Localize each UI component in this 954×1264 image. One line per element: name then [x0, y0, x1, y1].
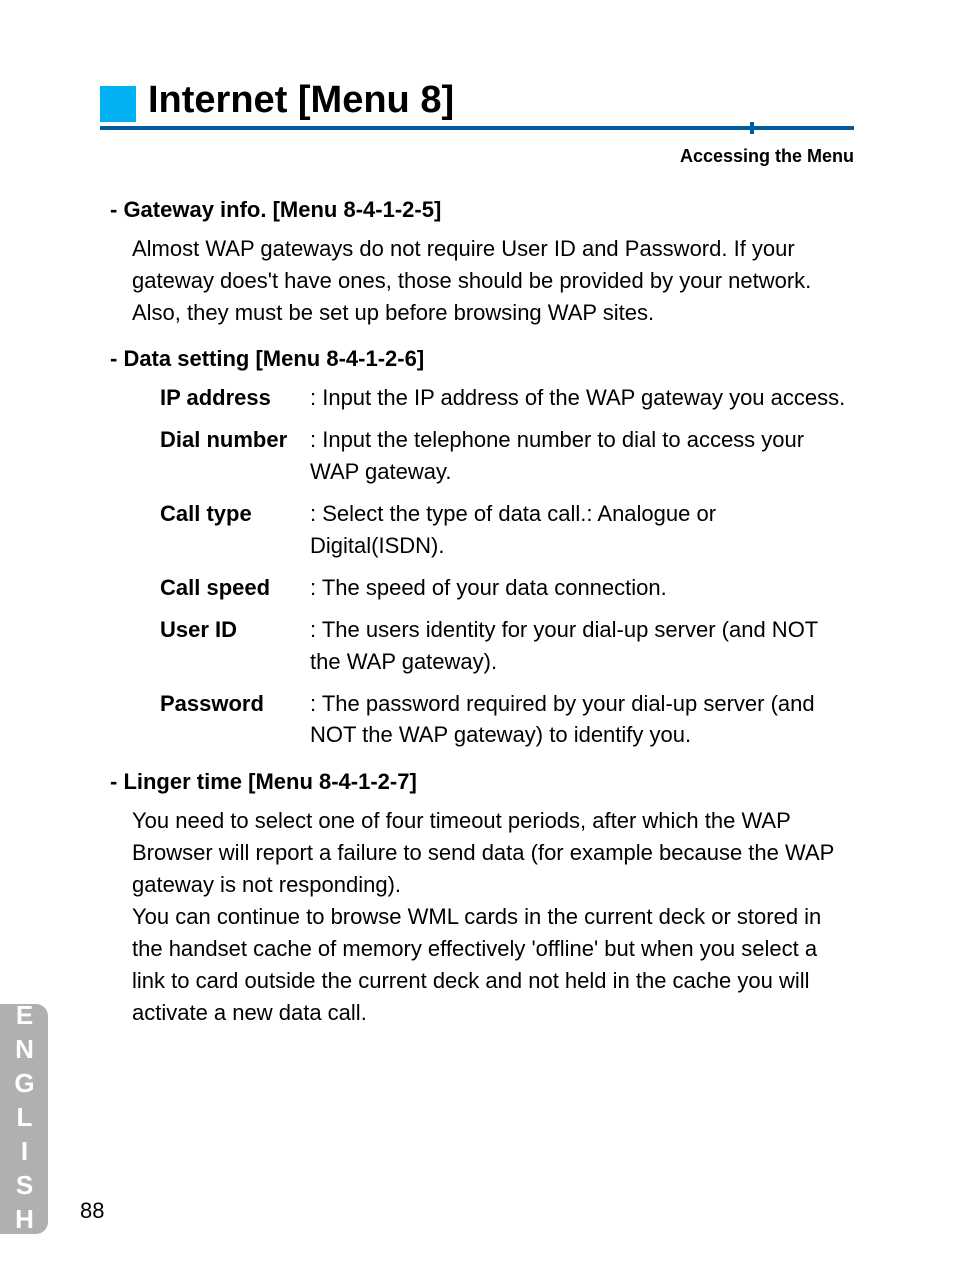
def-desc: : Select the type of data call.: Analogu… [310, 498, 854, 562]
title-bullet-icon [100, 86, 136, 122]
def-row: Call speed : The speed of your data conn… [160, 572, 854, 604]
language-tab-label: ENGLISH [9, 1000, 40, 1238]
page-number: 88 [80, 1198, 104, 1224]
def-term: User ID [160, 614, 310, 646]
def-term: Dial number [160, 424, 310, 456]
language-tab: ENGLISH [0, 1004, 48, 1234]
section-body-linger: You need to select one of four timeout p… [132, 805, 854, 1028]
title-tick-icon [750, 122, 754, 134]
page-title: Internet [Menu 8] [148, 80, 454, 126]
page: Internet [Menu 8] Accessing the Menu - G… [0, 0, 954, 1264]
title-row: Internet [Menu 8] [100, 80, 854, 130]
def-desc: : The password required by your dial-up … [310, 688, 854, 752]
def-term: Password [160, 688, 310, 720]
subhead: Accessing the Menu [100, 146, 854, 167]
section-linger: - Linger time [Menu 8-4-1-2-7] You need … [110, 769, 854, 1028]
section-data-setting: - Data setting [Menu 8-4-1-2-6] IP addre… [110, 346, 854, 751]
def-term: IP address [160, 382, 310, 414]
def-term: Call speed [160, 572, 310, 604]
def-row: Dial number : Input the telephone number… [160, 424, 854, 488]
def-desc: : Input the IP address of the WAP gatewa… [310, 382, 854, 414]
section-heading-data-setting: - Data setting [Menu 8-4-1-2-6] [110, 346, 854, 372]
def-row: User ID : The users identity for your di… [160, 614, 854, 678]
section-heading-gateway: - Gateway info. [Menu 8-4-1-2-5] [110, 197, 854, 223]
def-desc: : The users identity for your dial-up se… [310, 614, 854, 678]
section-gateway: - Gateway info. [Menu 8-4-1-2-5] Almost … [110, 197, 854, 329]
def-desc: : The speed of your data connection. [310, 572, 854, 604]
def-term: Call type [160, 498, 310, 530]
def-desc: : Input the telephone number to dial to … [310, 424, 854, 488]
def-row: IP address : Input the IP address of the… [160, 382, 854, 414]
def-row: Call type : Select the type of data call… [160, 498, 854, 562]
def-row: Password : The password required by your… [160, 688, 854, 752]
section-heading-linger: - Linger time [Menu 8-4-1-2-7] [110, 769, 854, 795]
section-body-gateway: Almost WAP gateways do not require User … [132, 233, 854, 329]
definition-table: IP address : Input the IP address of the… [160, 382, 854, 751]
